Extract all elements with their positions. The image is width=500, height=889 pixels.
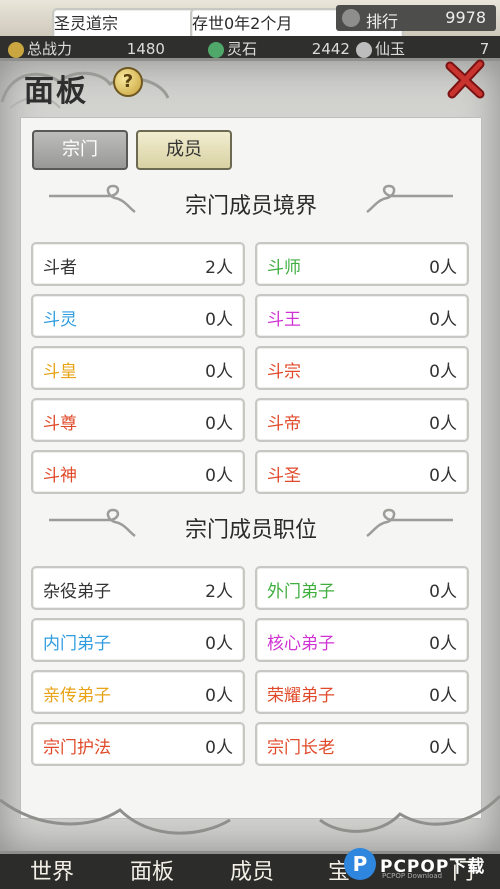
realm-count: 0人 [205,466,233,486]
position-name: 内门弟子 [43,634,111,654]
nav-panel[interactable]: 面板 [130,854,174,886]
realm-count: 0人 [429,362,457,382]
jade-label: 仙玉 [375,40,406,58]
position-cell: 宗门长老 0人 [255,722,469,766]
realm-name: 斗王 [267,310,301,330]
watermark-logo-icon: P [344,848,376,880]
position-count: 0人 [205,686,233,706]
realm-cell: 斗者 2人 [31,242,245,286]
position-cell: 内门弟子 0人 [31,618,245,662]
rank-box[interactable]: 排行 9978 [336,5,496,31]
total-power: 总战力 1480 [8,38,165,60]
realm-name: 斗灵 [43,310,77,330]
top-status-bar: 圣灵道宗 存世0年2个月 排行 9978 [0,0,500,52]
realm-count: 0人 [429,466,457,486]
spirit-stone: 灵石 2442 [208,38,350,60]
nav-world[interactable]: 世界 [30,854,74,886]
position-count: 0人 [429,738,457,758]
realm-name: 斗者 [43,258,77,278]
jade-icon [356,41,372,58]
right-scroll-ornament-icon [366,184,453,214]
position-name: 荣耀弟子 [267,686,335,706]
position-name: 宗门护法 [43,738,111,758]
watermark: P PCPOP下载 PCPOP Download [344,846,496,886]
spirit-stone-value: 2442 [311,40,350,58]
realm-name: 斗圣 [267,466,301,486]
realm-count: 0人 [429,258,457,278]
position-name: 外门弟子 [267,582,335,602]
position-cell: 外门弟子 0人 [255,566,469,610]
panel-title: 面板 [24,74,88,109]
realm-cell: 斗灵 0人 [31,294,245,338]
position-cell: 核心弟子 0人 [255,618,469,662]
realm-cell: 斗宗 0人 [255,346,469,390]
realm-count: 0人 [429,310,457,330]
position-name: 宗门长老 [267,738,335,758]
position-count: 0人 [205,738,233,758]
close-icon[interactable] [442,56,488,102]
right-scroll-ornament-icon [366,508,453,538]
rank-icon [342,9,360,27]
position-count: 0人 [429,686,457,706]
position-name: 核心弟子 [267,634,335,654]
realm-name: 斗皇 [43,362,77,382]
tab-sect[interactable]: 宗门 [32,130,128,170]
realm-count: 2人 [205,258,233,278]
position-cell: 荣耀弟子 0人 [255,670,469,714]
position-count: 0人 [429,634,457,654]
realm-name: 斗宗 [267,362,301,382]
power-label: 总战力 [27,40,73,58]
position-section-header: 宗门成员职位 [21,506,481,546]
realm-count: 0人 [205,310,233,330]
realm-cell: 斗王 0人 [255,294,469,338]
realm-cell: 斗帝 0人 [255,398,469,442]
panel-content: 宗门 成员 宗门成员境界 斗者 2人 斗师 0人 斗灵 0人 斗王 0人 斗皇 … [20,117,482,819]
position-cell: 宗门护法 0人 [31,722,245,766]
bottom-cloud-ornament-icon [0,794,500,835]
spirit-stone-label: 灵石 [227,40,258,58]
nav-members[interactable]: 成员 [230,854,274,886]
realm-name: 斗师 [267,258,301,278]
rank-label: 排行 [366,12,399,31]
realm-cell: 斗皇 0人 [31,346,245,390]
position-count: 0人 [429,582,457,602]
realm-cell: 斗师 0人 [255,242,469,286]
position-name: 杂役弟子 [43,582,111,602]
position-cell: 亲传弟子 0人 [31,670,245,714]
realm-count: 0人 [429,414,457,434]
help-icon[interactable]: ? [113,67,143,97]
realm-name: 斗尊 [43,414,77,434]
power-icon [8,41,24,58]
realm-name: 斗帝 [267,414,301,434]
realm-count: 0人 [205,414,233,434]
power-value: 1480 [126,40,165,58]
rank-value: 9978 [445,8,486,27]
position-count: 0人 [205,634,233,654]
realm-cell: 斗圣 0人 [255,450,469,494]
position-name: 亲传弟子 [43,686,111,706]
realm-cell: 斗神 0人 [31,450,245,494]
realm-section-header: 宗门成员境界 [21,182,481,222]
watermark-sub: PCPOP Download [382,872,443,880]
realm-cell: 斗尊 0人 [31,398,245,442]
spirit-stone-icon [208,41,224,58]
position-count: 2人 [205,582,233,602]
position-cell: 杂役弟子 2人 [31,566,245,610]
realm-count: 0人 [205,362,233,382]
realm-name: 斗神 [43,466,77,486]
tab-members[interactable]: 成员 [136,130,232,170]
